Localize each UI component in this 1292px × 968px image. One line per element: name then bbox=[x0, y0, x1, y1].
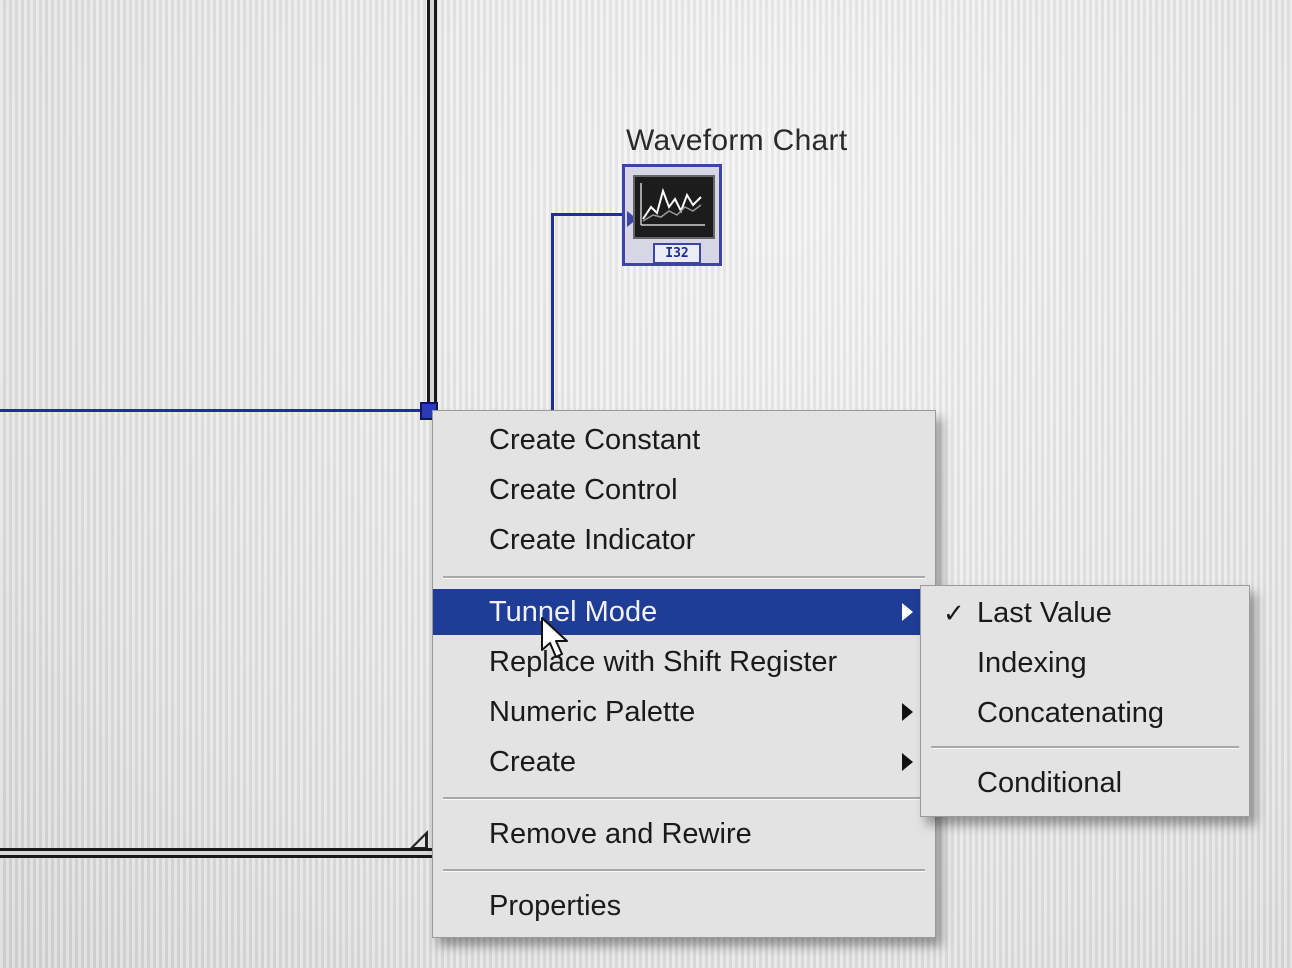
tunnel-context-menu: Create Constant Create Control Create In… bbox=[432, 410, 936, 938]
chart-terminal-label: Waveform Chart bbox=[626, 124, 848, 157]
menu-separator bbox=[443, 576, 925, 579]
loop-resize-corner-inner bbox=[414, 836, 425, 847]
submenu-item-label: Concatenating bbox=[977, 697, 1165, 729]
menu-item-replace-with-shift-register[interactable]: Replace with Shift Register bbox=[433, 639, 935, 685]
submenu-item-conditional[interactable]: Conditional bbox=[921, 760, 1249, 806]
loop-border-vertical[interactable] bbox=[427, 0, 437, 410]
submenu-item-label: Conditional bbox=[977, 767, 1123, 799]
menu-item-label: Create Control bbox=[489, 474, 678, 506]
submenu-item-last-value[interactable]: ✓ Last Value bbox=[921, 590, 1249, 636]
mouse-cursor-icon bbox=[541, 617, 568, 658]
waveform-chart-icon bbox=[633, 175, 715, 239]
menu-item-create-control[interactable]: Create Control bbox=[433, 467, 935, 513]
wire-output-horizontal[interactable] bbox=[551, 213, 625, 216]
tunnel-mode-submenu: ✓ Last Value Indexing Concatenating Cond… bbox=[920, 585, 1250, 817]
submenu-arrow-icon bbox=[902, 703, 913, 721]
waveform-chart-terminal[interactable]: I32 bbox=[622, 164, 722, 266]
menu-item-label: Create Constant bbox=[489, 424, 701, 456]
menu-separator bbox=[443, 797, 925, 800]
wire-input-horizontal[interactable] bbox=[0, 409, 422, 412]
checkmark-icon: ✓ bbox=[943, 598, 965, 628]
menu-separator bbox=[931, 746, 1239, 749]
menu-item-label: Remove and Rewire bbox=[489, 818, 752, 850]
menu-item-create-constant[interactable]: Create Constant bbox=[433, 417, 935, 463]
menu-item-label: Tunnel Mode bbox=[489, 596, 658, 628]
menu-item-label: Create Indicator bbox=[489, 524, 696, 556]
menu-item-tunnel-mode[interactable]: Tunnel Mode bbox=[433, 589, 935, 635]
menu-item-remove-and-rewire[interactable]: Remove and Rewire bbox=[433, 811, 935, 857]
chart-dtype-badge: I32 bbox=[653, 243, 701, 264]
submenu-item-concatenating[interactable]: Concatenating bbox=[921, 690, 1249, 736]
submenu-item-label: Last Value bbox=[977, 597, 1112, 629]
menu-item-properties[interactable]: Properties bbox=[433, 883, 935, 929]
wire-output-vertical[interactable] bbox=[551, 214, 554, 410]
submenu-item-indexing[interactable]: Indexing bbox=[921, 640, 1249, 686]
submenu-arrow-icon bbox=[902, 753, 913, 771]
submenu-item-label: Indexing bbox=[977, 647, 1087, 679]
block-diagram-canvas[interactable]: Waveform Chart I32 Create Constant Creat… bbox=[0, 0, 1292, 968]
menu-separator bbox=[443, 869, 925, 872]
submenu-arrow-icon bbox=[902, 603, 913, 621]
menu-item-create[interactable]: Create bbox=[433, 739, 935, 785]
menu-item-label: Numeric Palette bbox=[489, 696, 696, 728]
menu-item-label: Properties bbox=[489, 890, 622, 922]
menu-item-numeric-palette[interactable]: Numeric Palette bbox=[433, 689, 935, 735]
menu-item-create-indicator[interactable]: Create Indicator bbox=[433, 517, 935, 563]
loop-border-horizontal[interactable] bbox=[0, 848, 432, 858]
menu-item-label: Create bbox=[489, 746, 577, 778]
